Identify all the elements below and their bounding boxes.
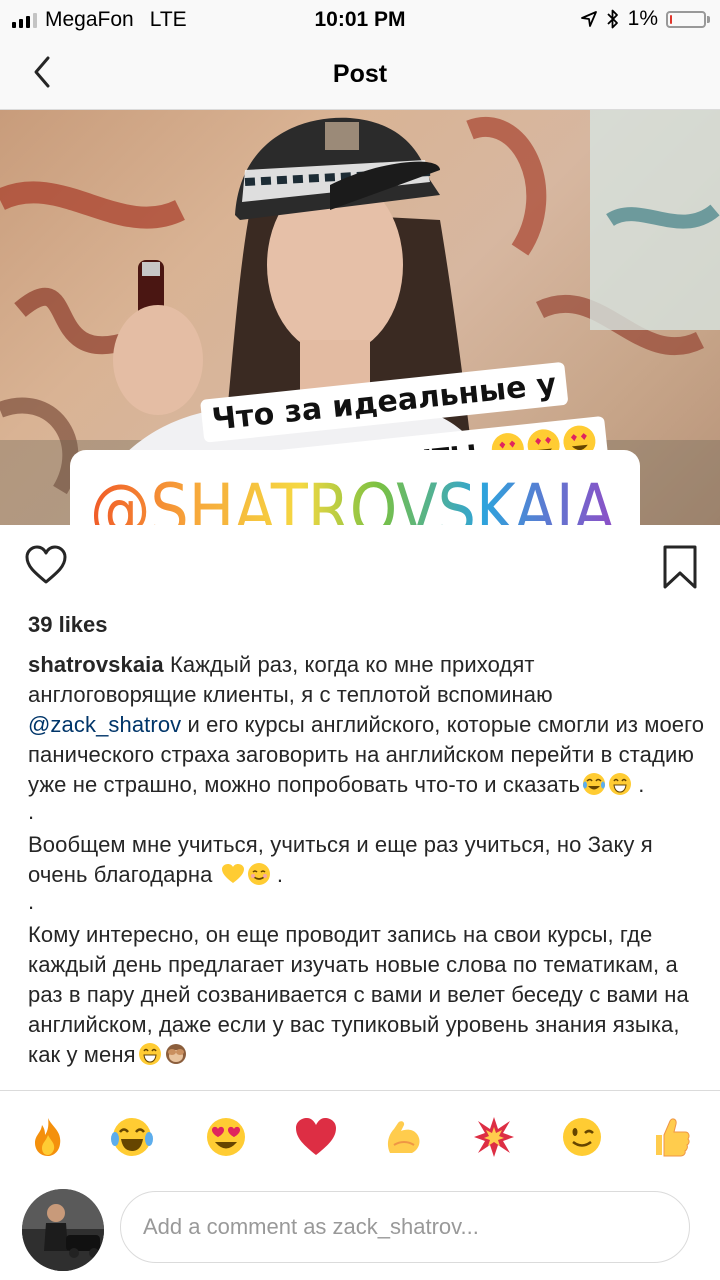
grinning-face-emoji [138,1043,161,1065]
status-right: 1% [580,7,710,31]
nav-bar: Post [0,40,720,110]
mention-sticker-text: @SHATROVSKAIA [90,470,615,525]
caption-separator-2: . [28,889,35,914]
page-title: Post [332,60,388,88]
likes-count[interactable]: 39 likes [28,612,108,638]
caption-paragraph-2: Вообщем мне учиться, учиться и еще раз у… [28,830,708,890]
heart-eyes-emoji[interactable] [204,1115,248,1159]
comment-input[interactable] [120,1191,690,1263]
avatar[interactable] [22,1189,104,1271]
collision-emoji[interactable] [472,1115,516,1159]
post-caption: shatrovskaia Каждый раз, когда ко мне пр… [28,650,708,1085]
like-button[interactable] [24,545,68,585]
status-bar: MegaFon LTE 10:01 PM 1% [0,0,720,40]
tears-of-joy-emoji[interactable] [110,1115,154,1159]
see-no-evil-monkey-emoji [165,1044,186,1064]
caption-separator-1: . [28,799,35,824]
save-button[interactable] [662,545,698,589]
flexed-biceps-emoji[interactable] [382,1115,426,1159]
mention-sticker-art: @SHATROVSKAIA [90,470,615,525]
caption-text-2: Вообщем мне учиться, учиться и еще раз у… [28,832,653,887]
post-photo[interactable]: Что за идеальные у меня студенты [0,110,720,525]
caption-text-2-end: . [276,862,284,887]
winking-face-emoji[interactable] [560,1115,604,1159]
battery-level [670,14,672,24]
caption-username[interactable]: shatrovskaia [28,652,164,677]
caption-paragraph-1: shatrovskaia Каждый раз, когда ко мне пр… [28,650,708,800]
comment-bar [0,1185,720,1280]
location-arrow-icon [580,11,597,27]
battery-percent: 1% [627,7,658,30]
caption-paragraph-3: Кому интересно, он еще проводит запись н… [28,920,708,1070]
bookmark-outline-icon [663,545,697,589]
caption-mention-link[interactable]: @zack_shatrov [28,712,181,737]
yellow-heart-emoji [221,864,244,883]
caption-text-3: Кому интересно, он еще проводит запись н… [28,922,689,1067]
mention-sticker[interactable]: @SHATROVSKAIA [70,450,640,525]
action-row [0,525,720,600]
red-heart-emoji[interactable] [294,1115,338,1159]
thumbs-up-emoji[interactable] [648,1115,692,1159]
smiling-face-emoji [247,863,270,885]
avatar-photo [22,1189,104,1271]
caption-text-1-end: . [638,772,645,797]
quick-reactions-bar [0,1090,720,1185]
heart-outline-icon [25,545,67,584]
grinning-face-emoji [609,773,632,795]
tears-of-joy-emoji [583,773,606,795]
battery-icon [666,10,710,28]
fire-emoji[interactable] [26,1115,70,1159]
bluetooth-icon [607,9,618,29]
